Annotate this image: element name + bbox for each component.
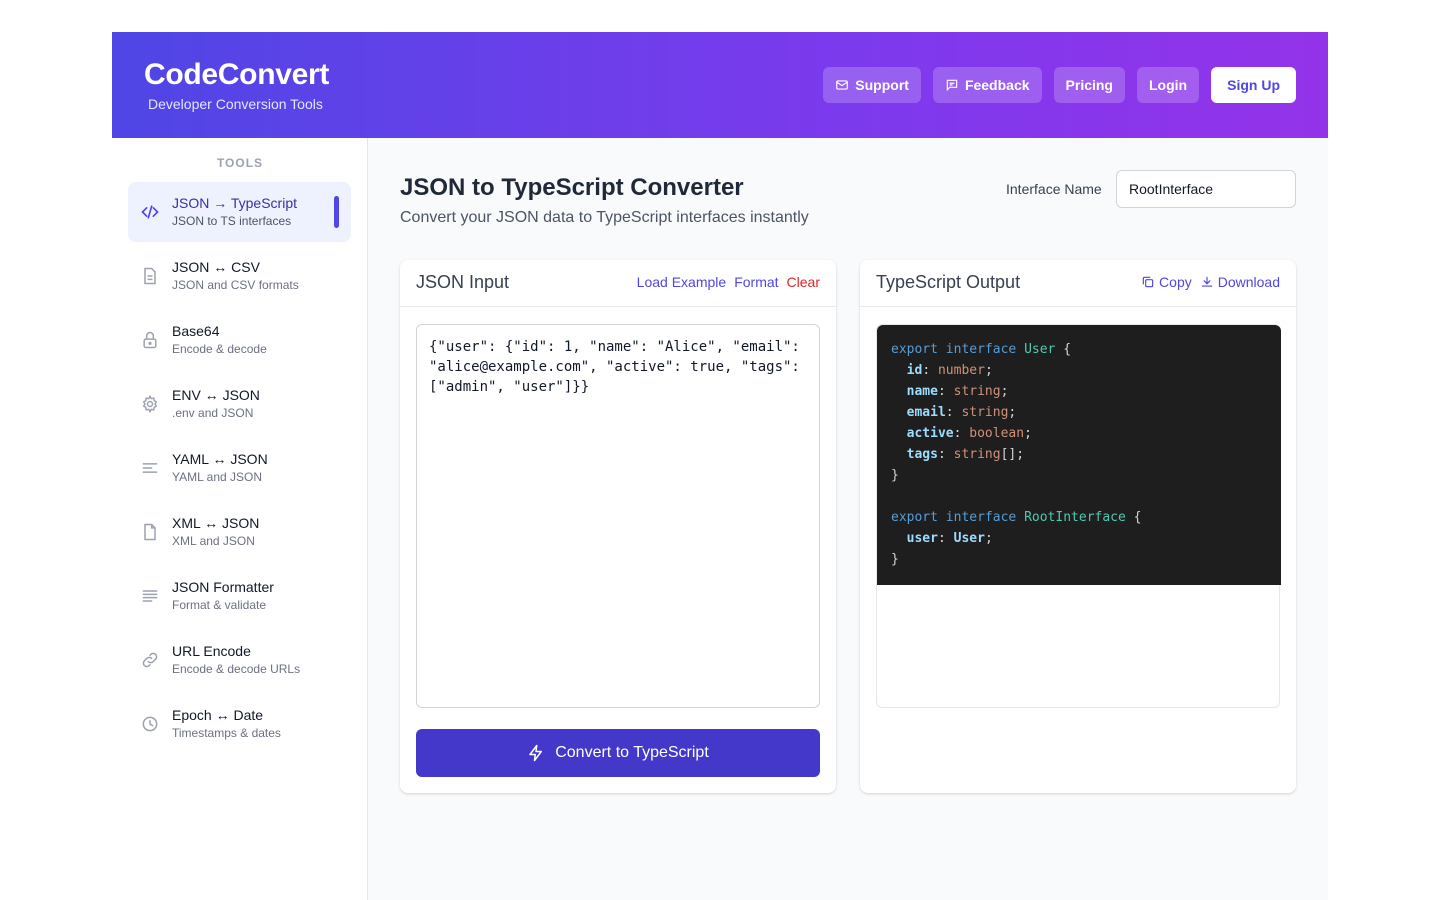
sidebar-item-sub: Encode & decode — [172, 342, 267, 356]
typescript-output-actions: Copy Download — [1141, 274, 1280, 290]
login-label: Login — [1149, 77, 1188, 93]
code-icon — [140, 202, 160, 222]
gear-icon — [140, 394, 160, 414]
clear-button[interactable]: Clear — [787, 274, 820, 290]
typescript-output-header: TypeScript Output Copy Download — [860, 260, 1296, 307]
json-input[interactable]: {"user": {"id": 1, "name": "Alice", "ema… — [416, 324, 820, 708]
sidebar-item-epoch-date[interactable]: Epoch ↔ Date Timestamps & dates — [128, 694, 351, 754]
code-block: export interface User { id: number; name… — [877, 325, 1281, 585]
sidebar-item-sub: Encode & decode URLs — [172, 662, 301, 676]
copy-label: Copy — [1159, 274, 1192, 290]
json-input-header: JSON Input Load Example Format Clear — [400, 260, 836, 307]
sidebar-item-env-json[interactable]: ENV ↔ JSON .env and JSON — [128, 374, 351, 434]
copy-icon — [1142, 276, 1154, 288]
typescript-output-title: TypeScript Output — [876, 272, 1021, 292]
clock-icon — [140, 714, 160, 734]
sidebar-item-url-encode[interactable]: URL Encode Encode & decode URLs — [128, 630, 351, 690]
sidebar-item-json-csv[interactable]: JSON ↔ CSV JSON and CSV formats — [128, 246, 351, 306]
main-content: JSON to TypeScript Converter Convert you… — [368, 138, 1328, 900]
message-icon — [946, 79, 958, 92]
code-line: export interface RootInterface { — [891, 510, 1142, 525]
header-nav: Support Feedback Pricing Login Sign Up — [823, 67, 1296, 103]
mail-icon — [836, 80, 849, 90]
page-title: JSON to TypeScript Converter — [400, 174, 744, 201]
sidebar-item-sub: Format & validate — [172, 598, 267, 612]
download-button[interactable]: Download — [1200, 274, 1280, 290]
format-button[interactable]: Format — [734, 274, 778, 290]
code-line: id: number; — [906, 363, 993, 378]
sidebar-item-label: Epoch ↔ Date — [172, 707, 264, 723]
lock-icon — [140, 330, 160, 350]
json-input-title: JSON Input — [416, 272, 510, 292]
code-line: email: string; — [906, 405, 1017, 420]
copy-button[interactable]: Copy — [1141, 274, 1192, 290]
sidebar-item-yaml-json[interactable]: YAML ↔ JSON YAML and JSON — [128, 438, 351, 498]
sidebar-item-sub: JSON to TS interfaces — [172, 214, 292, 228]
sidebar-item-label: JSON ↔ CSV — [172, 259, 260, 275]
json-input-panel: JSON Input Load Example Format Clear {"u… — [400, 260, 836, 793]
code-line: user: User; — [906, 531, 993, 546]
typescript-output[interactable]: export interface User { id: number; name… — [876, 324, 1281, 708]
code-line: active: boolean; — [906, 426, 1032, 441]
active-indicator — [334, 196, 339, 228]
code-line: export interface User { — [891, 342, 1072, 357]
sidebar-item-sub: Timestamps & dates — [172, 726, 281, 740]
sidebar-item-label: XML ↔ JSON — [172, 515, 260, 531]
code-line: } — [891, 552, 899, 567]
code-line: tags: string[]; — [906, 447, 1025, 462]
sidebar-item-sub: .env and JSON — [172, 406, 254, 420]
sidebar: TOOLS JSON → TypeScript JSON to TS inter… — [112, 138, 368, 900]
login-button[interactable]: Login — [1137, 67, 1200, 103]
download-label: Download — [1217, 274, 1280, 290]
code-line: } — [891, 468, 899, 483]
sidebar-item-xml-json[interactable]: XML ↔ JSON XML and JSON — [128, 502, 351, 562]
support-button[interactable]: Support — [823, 67, 921, 103]
sidebar-item-label: JSON → TypeScript — [172, 195, 298, 211]
feedback-button[interactable]: Feedback — [932, 67, 1042, 103]
sidebar-item-label: URL Encode — [172, 643, 251, 659]
support-label: Support — [855, 77, 909, 93]
sidebar-item-sub: XML and JSON — [172, 534, 255, 548]
load-example-button[interactable]: Load Example — [637, 274, 727, 290]
download-icon — [1201, 276, 1212, 287]
sidebar-item-label: YAML ↔ JSON — [172, 451, 268, 467]
sidebar-item-label: ENV ↔ JSON — [172, 387, 260, 403]
lightning-icon — [529, 744, 543, 762]
sidebar-item-json-formatter[interactable]: JSON Formatter Format & validate — [128, 566, 351, 626]
convert-label: Convert to TypeScript — [555, 744, 709, 761]
sidebar-item-sub: JSON and CSV formats — [172, 278, 299, 292]
convert-button[interactable]: Convert to TypeScript — [416, 729, 820, 777]
sidebar-item-sub: YAML and JSON — [172, 470, 263, 484]
interface-name-label: Interface Name — [1006, 181, 1102, 197]
brand-subtitle: Developer Conversion Tools — [148, 96, 323, 112]
code-line: name: string; — [906, 384, 1009, 399]
feedback-label: Feedback — [964, 77, 1030, 93]
pricing-button[interactable]: Pricing — [1053, 67, 1125, 103]
pricing-label: Pricing — [1065, 77, 1113, 93]
file-icon — [140, 522, 160, 542]
link-icon — [140, 650, 160, 670]
sidebar-item-json-typescript[interactable]: JSON → TypeScript JSON to TS interfaces — [128, 182, 351, 242]
file-text-icon — [140, 266, 160, 286]
align-left-icon — [140, 458, 160, 478]
sidebar-heading: TOOLS — [216, 156, 264, 170]
sidebar-item-label: JSON Formatter — [172, 579, 274, 595]
sign-up-label: Sign Up — [1227, 77, 1280, 93]
typescript-output-panel: TypeScript Output Copy Download export i… — [860, 260, 1296, 793]
page-subtitle: Convert your JSON data to TypeScript int… — [400, 209, 809, 226]
sign-up-button[interactable]: Sign Up — [1211, 67, 1296, 103]
lines-icon — [140, 586, 160, 606]
app-window: CodeConvert Developer Conversion Tools S… — [112, 32, 1328, 900]
header: CodeConvert Developer Conversion Tools S… — [112, 32, 1328, 138]
brand-title[interactable]: CodeConvert — [144, 58, 329, 92]
sidebar-item-base64[interactable]: Base64 Encode & decode — [128, 310, 351, 370]
json-input-actions: Load Example Format Clear — [637, 274, 820, 290]
interface-name-input[interactable] — [1116, 170, 1296, 208]
sidebar-item-label: Base64 — [172, 323, 220, 339]
